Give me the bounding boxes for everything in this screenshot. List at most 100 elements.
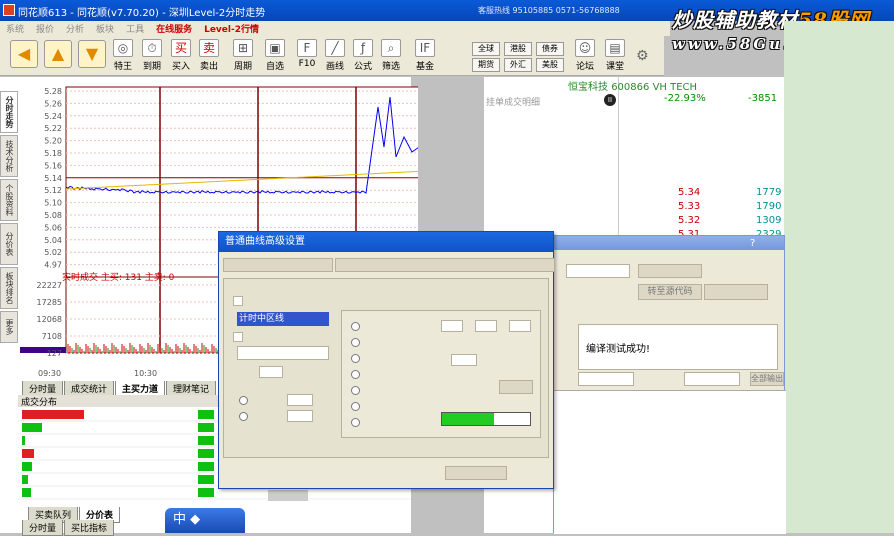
toolbar-icon-9-icon: ⌕ bbox=[381, 39, 401, 57]
price-tick: 5.06 bbox=[44, 223, 62, 232]
volume-tick: 127 bbox=[47, 349, 62, 358]
time-tick-0930: 09:30 bbox=[38, 369, 62, 378]
toolbar-button-0[interactable]: ◎ 特王 bbox=[108, 39, 138, 75]
tab-buy-ratio[interactable]: 买比指标 bbox=[64, 520, 115, 536]
help-icon[interactable]: ? bbox=[750, 238, 755, 249]
menu-item-6[interactable]: Level-2行情 bbox=[198, 21, 265, 35]
orders-panel-title: 挂单成交明细 bbox=[486, 98, 541, 108]
price-tick: 5.28 bbox=[44, 87, 62, 96]
menu-item-0[interactable]: 系统 bbox=[0, 21, 30, 35]
sell-volume-2: 1790 bbox=[756, 201, 782, 212]
back-arrow-icon[interactable]: ◀ bbox=[10, 40, 38, 68]
toolbar-button-4[interactable]: ⊞ 周期 bbox=[228, 39, 258, 75]
lower-tabs-2: 分时量 买比指标 bbox=[22, 520, 115, 536]
sell-price-1: 5.34 bbox=[678, 187, 701, 198]
toolbar-icon-10-icon: IF bbox=[415, 39, 435, 57]
toolbar-icon-0-icon: ◎ bbox=[113, 39, 133, 57]
toolbar-icon-11-icon: ☺ bbox=[575, 39, 595, 57]
toolbar-button-6[interactable]: F F10 bbox=[292, 39, 322, 75]
menu-item-3[interactable]: 板块 bbox=[90, 21, 120, 35]
goto-source-button[interactable]: 转至源代码 bbox=[638, 284, 702, 300]
down-arrow-icon[interactable]: ▼ bbox=[78, 40, 106, 68]
price-tick: 5.22 bbox=[44, 124, 62, 133]
price-tick: 5.16 bbox=[44, 161, 62, 170]
compile-success-message: 编译测试成功! bbox=[586, 344, 651, 355]
toolbar-label-2: 买入 bbox=[171, 62, 190, 72]
market-button-global[interactable]: 全球 bbox=[472, 42, 500, 56]
toolbar: ◀ ▲ ▼ 全球 期货 港股 外汇 债券 美股 ⚙ ◎ 特王 ⏱ 到期买买入卖卖出 ⊞ 周… bbox=[0, 36, 664, 76]
curve-settings-title: 普通曲线高级设置 bbox=[219, 232, 553, 252]
change-pct: -22.93% bbox=[664, 93, 706, 104]
price-tick: 5.08 bbox=[44, 211, 62, 220]
price-tick: 5.14 bbox=[44, 174, 62, 183]
toolbar-button-5[interactable]: ▣ 自选 bbox=[260, 39, 290, 75]
menu-item-2[interactable]: 分析 bbox=[60, 21, 90, 35]
toolbar-icon-6-icon: F bbox=[297, 39, 317, 57]
toolbar-label-12: 课堂 bbox=[605, 62, 624, 72]
toolbar-label-9: 筛选 bbox=[381, 62, 400, 72]
toolbar-icon-12-icon: ▤ bbox=[605, 39, 625, 57]
up-arrow-icon[interactable]: ▲ bbox=[44, 40, 72, 68]
input-method-badge[interactable]: 中 ◆ bbox=[165, 508, 245, 533]
price-tick: 5.24 bbox=[44, 112, 62, 121]
menu-item-4[interactable]: 工具 bbox=[120, 21, 150, 35]
market-button-hk[interactable]: 港股 bbox=[504, 42, 532, 56]
market-button-fx[interactable]: 外汇 bbox=[504, 58, 532, 72]
market-button-futures[interactable]: 期货 bbox=[472, 58, 500, 72]
toolbar-icon-4-icon: ⊞ bbox=[233, 39, 253, 57]
toolbar-label-11: 论坛 bbox=[575, 62, 594, 72]
stock-name: 恒宝科技 bbox=[568, 82, 608, 93]
toolbar-button-10[interactable]: IF 基金 bbox=[410, 39, 440, 75]
toolbar-label-7: 画线 bbox=[325, 62, 344, 72]
toolbar-button-2[interactable]: 买买入 bbox=[166, 39, 196, 75]
toolbar-icon-2-icon: 买 bbox=[171, 39, 191, 57]
toolbar-button-9[interactable]: ⌕ 筛选 bbox=[376, 39, 406, 75]
toolbar-icon-3-icon: 卖 bbox=[199, 39, 219, 57]
market-button-us[interactable]: 美股 bbox=[536, 58, 564, 72]
settings-gear-icon[interactable]: ⚙ bbox=[636, 48, 649, 64]
menu-item-5[interactable]: 在线服务 bbox=[150, 21, 198, 35]
toolbar-label-3: 卖出 bbox=[199, 62, 218, 72]
price-tick: 5.04 bbox=[44, 236, 62, 245]
menu-bar: 系统 报价 分析 板块 工具 在线服务 Level-2行情 bbox=[0, 21, 670, 36]
compile-dialog: ? 转至源代码 编译测试成功! 全部输出 bbox=[553, 235, 786, 534]
toolbar-icon-7-icon: ╱ bbox=[325, 39, 345, 57]
toolbar-icon-5-icon: ▣ bbox=[265, 39, 285, 57]
line-type-dropdown[interactable]: 计时中区线 bbox=[237, 312, 329, 326]
price-tick: 5.18 bbox=[44, 149, 62, 158]
toolbar-button-12[interactable]: ▤ 课堂 bbox=[600, 39, 630, 75]
price-tick: 5.26 bbox=[44, 99, 62, 108]
toolbar-button-7[interactable]: ╱ 画线 bbox=[320, 39, 350, 75]
color-button[interactable] bbox=[499, 380, 533, 394]
desktop-background bbox=[784, 21, 894, 533]
toolbar-label-5: 自选 bbox=[265, 62, 284, 72]
ok-button[interactable] bbox=[445, 466, 507, 480]
toolbar-label-1: 到期 bbox=[142, 62, 161, 72]
volume-tick: 17285 bbox=[37, 298, 62, 307]
menu-item-1[interactable]: 报价 bbox=[30, 21, 60, 35]
toolbar-button-8[interactable]: ƒ 公式 bbox=[348, 39, 378, 75]
volume-tick: 22227 bbox=[37, 281, 62, 290]
curve-settings-dialog: 普通曲线高级设置 计时中区线 bbox=[218, 231, 555, 489]
toolbar-button-3[interactable]: 卖卖出 bbox=[194, 39, 224, 75]
app-icon bbox=[3, 4, 15, 16]
output-all-button[interactable]: 全部输出 bbox=[750, 372, 784, 386]
price-tick: 5.10 bbox=[44, 199, 62, 208]
hotline-text: 客服热线 95105885 0571-56768888 bbox=[478, 6, 620, 15]
price-tick: 4.97 bbox=[44, 261, 62, 270]
market-button-bond[interactable]: 债券 bbox=[536, 42, 564, 56]
tab-volume-2[interactable]: 分时量 bbox=[22, 520, 64, 536]
color-swatch[interactable] bbox=[442, 413, 494, 425]
toolbar-icon-1-icon: ⏱ bbox=[142, 39, 162, 57]
toolbar-label-6: F10 bbox=[298, 59, 316, 69]
volume-tick: 12068 bbox=[37, 315, 62, 324]
change-value: -3851 bbox=[748, 93, 778, 104]
window-title: 同花顺613 - 同花顺(v7.70.20) - 深圳Level-2分时走势 bbox=[18, 8, 266, 19]
sell-volume-3: 1309 bbox=[756, 215, 782, 226]
toolbar-button-1[interactable]: ⏱ 到期 bbox=[137, 39, 167, 75]
stock-pinyin: VH TECH bbox=[652, 82, 698, 93]
pause-icon[interactable]: II bbox=[604, 94, 616, 106]
volume-tick: 7108 bbox=[42, 332, 62, 341]
toolbar-button-11[interactable]: ☺ 论坛 bbox=[570, 39, 600, 75]
realtime-status: 实时成交 主买: 131 主卖: 0 bbox=[62, 273, 175, 283]
